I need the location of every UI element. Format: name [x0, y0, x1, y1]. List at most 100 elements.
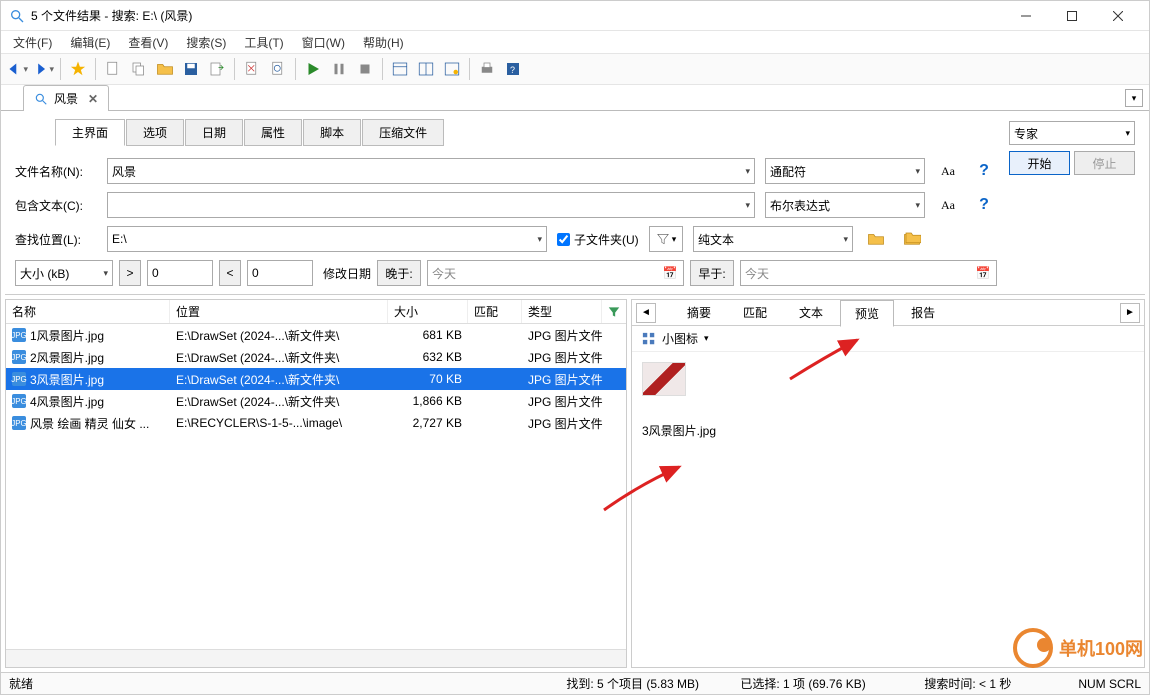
watermark-logo-icon — [1013, 628, 1053, 668]
new-doc-button[interactable] — [101, 57, 125, 81]
browse-folder-button[interactable] — [863, 226, 889, 252]
contains-input[interactable]: ▾ — [107, 192, 755, 218]
recycle-button[interactable] — [266, 57, 290, 81]
font-icon[interactable]: Aa — [935, 158, 961, 184]
col-match[interactable]: 匹配 — [468, 300, 522, 323]
menubar: 文件(F) 编辑(E) 查看(V) 搜索(S) 工具(T) 窗口(W) 帮助(H… — [1, 31, 1149, 53]
save-button[interactable] — [179, 57, 203, 81]
back-button[interactable]: ▾ — [5, 57, 29, 81]
contains-mode-select[interactable]: 布尔表达式▾ — [765, 192, 925, 218]
preview-thumbnail[interactable] — [642, 362, 686, 396]
preview-tab-report[interactable]: 报告 — [896, 299, 950, 326]
preview-panel: ◄ 摘要 匹配 文本 预览 报告 ► 小图标 ▾ 3风景图片.jpg — [631, 299, 1145, 668]
tab-date[interactable]: 日期 — [185, 119, 243, 146]
help-toolbar-button[interactable]: ? — [501, 57, 525, 81]
table-row[interactable]: JPG1风景图片.jpgE:\DrawSet (2024-...\新文件夹\68… — [6, 324, 626, 346]
tab-attr[interactable]: 属性 — [244, 119, 302, 146]
layout2-button[interactable] — [414, 57, 438, 81]
table-row[interactable]: JPG风景 绘画 精灵 仙女 ...E:\RECYCLER\S-1-5-...\… — [6, 412, 626, 434]
table-row[interactable]: JPG3风景图片.jpgE:\DrawSet (2024-...\新文件夹\70… — [6, 368, 626, 390]
pause-button[interactable] — [327, 57, 351, 81]
menu-file[interactable]: 文件(F) — [13, 34, 52, 51]
tab-main[interactable]: 主界面 — [55, 119, 125, 146]
menu-edit[interactable]: 编辑(E) — [70, 34, 110, 51]
tab-options[interactable]: 选项 — [126, 119, 184, 146]
table-row[interactable]: JPG2风景图片.jpgE:\DrawSet (2024-...\新文件夹\63… — [6, 346, 626, 368]
preview-nav-left[interactable]: ◄ — [636, 303, 656, 323]
filename-mode-select[interactable]: 通配符▾ — [765, 158, 925, 184]
calendar-icon: 📅 — [661, 266, 679, 280]
layout3-button[interactable] — [440, 57, 464, 81]
preview-nav-right[interactable]: ► — [1120, 303, 1140, 323]
search-icon — [34, 92, 48, 106]
help-icon-2[interactable]: ? — [971, 192, 997, 218]
col-type[interactable]: 类型 — [522, 300, 602, 323]
menu-tools[interactable]: 工具(T) — [244, 34, 283, 51]
forward-button[interactable]: ▾ — [31, 57, 55, 81]
date-after-input[interactable]: 今天📅 — [427, 260, 684, 286]
column-filter-button[interactable] — [602, 300, 626, 323]
col-size[interactable]: 大小 — [388, 300, 468, 323]
watermark: 单机100网 — [1013, 628, 1143, 668]
preview-tab-text[interactable]: 文本 — [784, 299, 838, 326]
stop-button[interactable] — [353, 57, 377, 81]
view-mode-label[interactable]: 小图标 — [662, 330, 698, 347]
delete-button[interactable] — [240, 57, 264, 81]
table-row[interactable]: JPG4风景图片.jpgE:\DrawSet (2024-...\新文件夹\1,… — [6, 390, 626, 412]
status-found: 找到: 5 个项目 (5.83 MB) — [566, 675, 716, 692]
preview-tab-summary[interactable]: 摘要 — [672, 299, 726, 326]
menu-view[interactable]: 查看(V) — [128, 34, 168, 51]
close-button[interactable] — [1095, 1, 1141, 31]
search-tab[interactable]: 风景 ✕ — [23, 85, 109, 111]
tab-label: 风景 — [54, 90, 78, 107]
date-before-button[interactable]: 早于: — [690, 260, 734, 286]
preview-thumb-label: 3风景图片.jpg — [642, 422, 1134, 439]
open-folder-button[interactable] — [153, 57, 177, 81]
lookin-mode-select[interactable]: 纯文本▾ — [693, 226, 853, 252]
menu-help[interactable]: 帮助(H) — [363, 34, 404, 51]
help-icon[interactable]: ? — [971, 158, 997, 184]
browse-folder-button-2[interactable] — [899, 226, 925, 252]
play-button[interactable] — [301, 57, 325, 81]
font-icon-2[interactable]: Aa — [935, 192, 961, 218]
print-button[interactable] — [475, 57, 499, 81]
tab-script[interactable]: 脚本 — [303, 119, 361, 146]
subfolders-checkbox[interactable]: 子文件夹(U) — [557, 231, 639, 248]
preview-tab-match[interactable]: 匹配 — [728, 299, 782, 326]
tab-archive[interactable]: 压缩文件 — [362, 119, 444, 146]
filename-input[interactable]: 风景▾ — [107, 158, 755, 184]
layout1-button[interactable] — [388, 57, 412, 81]
lookin-input[interactable]: E:\▾ — [107, 226, 547, 252]
status-keys: NUM SCRL — [1078, 677, 1141, 691]
expert-select[interactable]: 专家▾ — [1009, 121, 1135, 145]
menu-search[interactable]: 搜索(S) — [186, 34, 226, 51]
favorite-button[interactable] — [66, 57, 90, 81]
tab-close-button[interactable]: ✕ — [88, 92, 98, 106]
date-after-button[interactable]: 晚于: — [377, 260, 421, 286]
view-mode-dropdown[interactable]: ▾ — [704, 333, 709, 344]
window-title: 5 个文件结果 - 搜索: E:\ (风景) — [31, 7, 1003, 24]
export-button[interactable] — [205, 57, 229, 81]
size-gt-button[interactable]: > — [119, 260, 141, 286]
filter-button[interactable]: ▾ — [649, 226, 683, 252]
status-ready: 就绪 — [9, 675, 542, 692]
maximize-button[interactable] — [1049, 1, 1095, 31]
stop-search-button: 停止 — [1074, 151, 1135, 175]
status-time: 搜索时间: < 1 秒 — [924, 675, 1054, 692]
col-location[interactable]: 位置 — [170, 300, 388, 323]
svg-text:?: ? — [510, 65, 515, 75]
minimize-button[interactable] — [1003, 1, 1049, 31]
date-before-input[interactable]: 今天📅 — [740, 260, 997, 286]
horizontal-scrollbar[interactable] — [6, 649, 626, 667]
start-button[interactable]: 开始 — [1009, 151, 1070, 175]
size-unit-select[interactable]: 大小 (kB)▾ — [15, 260, 113, 286]
col-name[interactable]: 名称 — [6, 300, 170, 323]
tab-dropdown-button[interactable]: ▾ — [1125, 89, 1143, 107]
moddate-label: 修改日期 — [323, 265, 371, 282]
size-from-input[interactable] — [147, 260, 213, 286]
size-lt-button[interactable]: < — [219, 260, 241, 286]
menu-window[interactable]: 窗口(W) — [302, 34, 345, 51]
preview-tab-preview[interactable]: 预览 — [840, 300, 894, 327]
size-to-input[interactable] — [247, 260, 313, 286]
copy-button[interactable] — [127, 57, 151, 81]
